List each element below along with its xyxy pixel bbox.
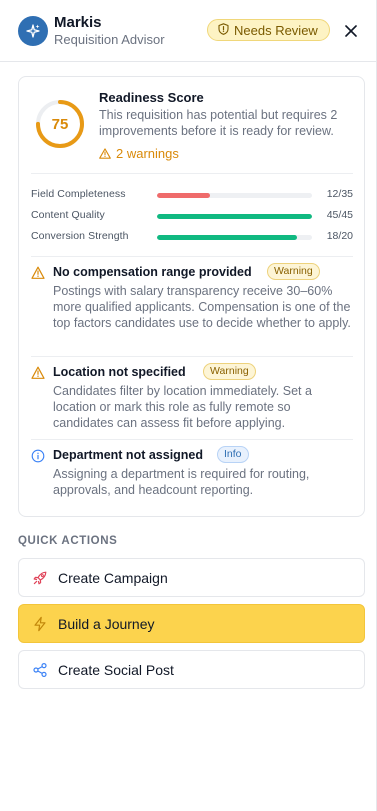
metric-value: 45/45 [326,209,353,221]
shield-alert-icon [218,22,229,38]
quick-actions-title: QUICK ACTIONS [18,535,118,547]
metric-bar-fill [157,235,297,240]
issue-title: Location not specified [53,365,186,379]
create-social-post-label: Create Social Post [58,661,174,678]
score-title: Readiness Score [99,90,204,105]
divider [31,173,353,174]
score-value: 75 [51,115,69,133]
metric-bar [157,214,312,219]
issue-item: Department not assigned Info Assigning a… [31,446,353,498]
close-button[interactable] [340,20,362,42]
warning-badge: Warning [203,363,256,380]
metric-row: Content Quality 45/45 [31,208,353,224]
build-journey-button[interactable]: Build a Journey [18,604,365,643]
issue-title: Department not assigned [53,448,204,462]
status-badge-label: Needs Review [234,22,318,38]
create-campaign-button[interactable]: Create Campaign [18,558,365,597]
warning-triangle-icon [99,148,111,159]
issue-description: Candidates filter by location immediatel… [53,384,312,430]
metric-bar-fill [157,193,211,198]
metric-label: Field Completeness [31,188,126,200]
info-circle-icon [31,449,45,463]
metric-bar-fill [157,214,312,219]
readiness-card: 75 Readiness Score This requisition has … [18,76,365,517]
advisor-panel: Markis Requisition Advisor Needs Review [0,0,377,811]
create-campaign-label: Create Campaign [58,569,168,586]
issue-description: Postings with salary transparency receiv… [53,284,351,330]
warnings-count: 2 warnings [116,146,179,161]
create-social-post-button[interactable]: Create Social Post [18,650,365,689]
warning-triangle-icon [31,266,45,279]
metric-bar [157,235,312,240]
lightning-icon [32,616,48,632]
warnings-summary: 2 warnings [99,146,179,161]
divider [31,439,353,440]
metric-label: Content Quality [31,209,105,221]
issue-description: Assigning a department is required for r… [53,467,310,497]
metric-label: Conversion Strength [31,230,129,242]
info-badge: Info [217,446,249,463]
divider [31,256,353,257]
warning-triangle-icon [31,366,45,379]
score-description: This requisition has potential but requi… [99,108,338,138]
close-icon [345,25,357,37]
divider [31,356,353,357]
app-subtitle: Requisition Advisor [54,32,165,47]
issue-item: No compensation range provided Warning P… [31,263,353,347]
build-journey-label: Build a Journey [58,615,155,632]
metric-row: Field Completeness 12/35 [31,187,353,203]
status-badge: Needs Review [207,19,330,41]
metric-bar [157,193,312,198]
sparkle-logo-icon [18,16,48,46]
issue-item: Location not specified Warning Candidate… [31,363,353,431]
metric-row: Conversion Strength 18/20 [31,229,353,245]
warning-badge: Warning [267,263,320,280]
panel-header: Markis Requisition Advisor Needs Review [0,0,377,62]
metric-value: 18/20 [326,230,353,242]
rocket-icon [32,570,48,586]
issue-title: No compensation range provided [53,265,252,279]
app-name: Markis [54,14,102,31]
share-icon [32,662,48,678]
metric-value: 12/35 [326,188,353,200]
